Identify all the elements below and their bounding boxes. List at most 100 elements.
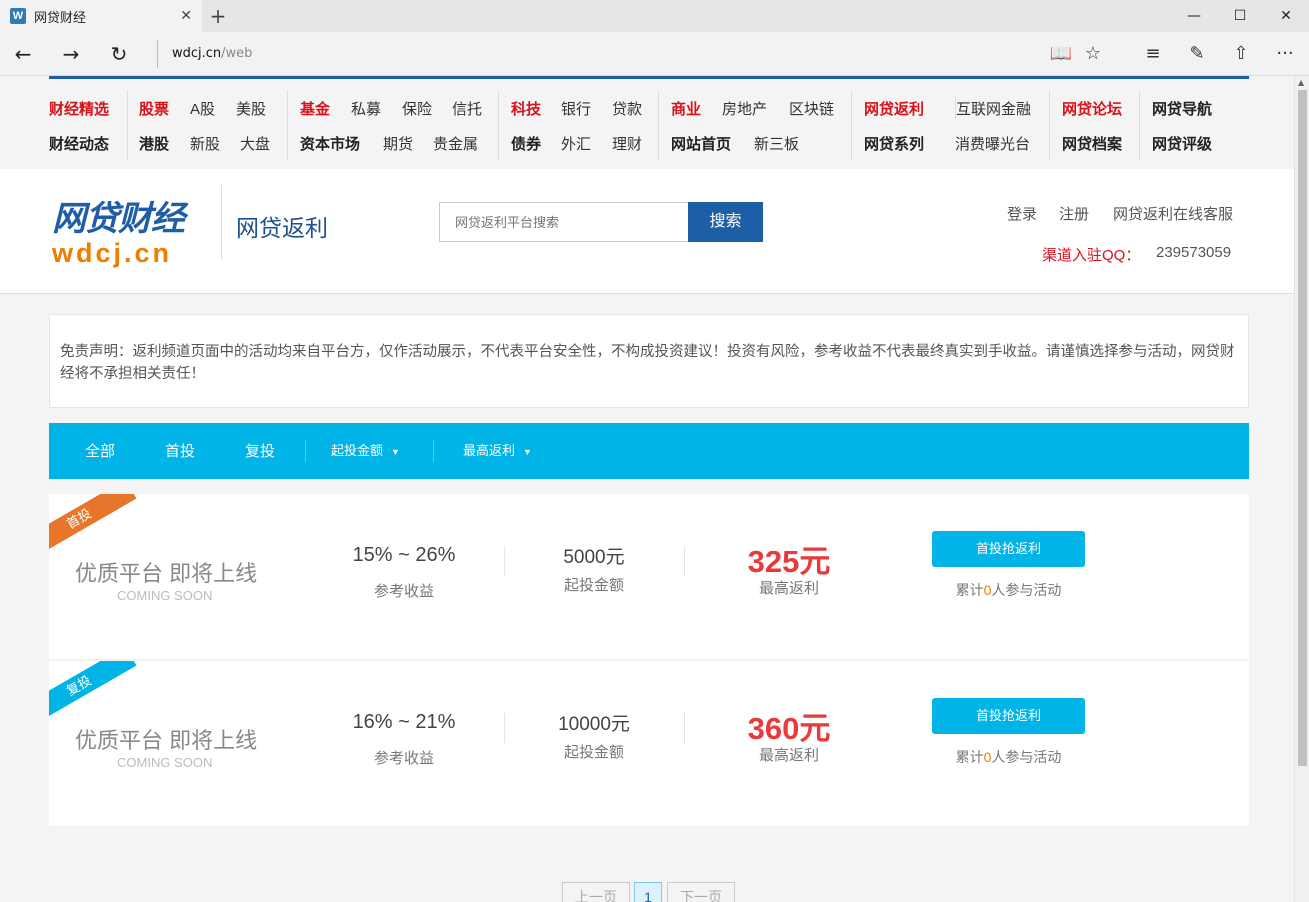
site-logo[interactable]: 网贷财经 wdcj.cn (52, 191, 202, 268)
search-input[interactable] (439, 202, 689, 242)
hub-icon[interactable]: ≡ (1140, 41, 1166, 67)
nav-link[interactable]: 网贷系列 (864, 133, 924, 154)
amount-value: 10000元 (558, 714, 630, 735)
nav-link[interactable]: 贵金属 (433, 133, 478, 154)
filter-repeat-tab[interactable]: 复投 (245, 423, 275, 479)
qq-label: 渠道入驻QQ： (1042, 247, 1141, 264)
favorite-star-icon[interactable]: ☆ (1080, 41, 1106, 67)
site-favicon-icon: W (10, 8, 26, 24)
scroll-up-icon[interactable]: ▲ (1298, 78, 1304, 87)
prev-page-button[interactable]: 上一页 (562, 882, 630, 902)
nav-link[interactable]: 网贷导航 (1152, 98, 1212, 119)
nav-link[interactable]: 房地产 (722, 98, 767, 119)
repeat-invest-ribbon: 复投 (49, 661, 137, 726)
reading-view-icon[interactable]: 📖 (1048, 41, 1074, 67)
tab-close-icon[interactable]: ✕ (180, 8, 192, 24)
nav-link[interactable]: 保险 (402, 98, 432, 119)
nav-link[interactable]: 区块链 (789, 98, 834, 119)
platform-name[interactable]: 优质平台 即将上线 (75, 556, 257, 588)
minimize-icon[interactable]: — (1171, 0, 1217, 32)
chevron-down-icon: ▼ (391, 447, 400, 457)
address-bar: ← → ↻ wdcj.cn/web 📖 ☆ ≡ ✎ ⇧ ··· (0, 32, 1309, 76)
nav-link[interactable]: 股票 (139, 98, 169, 119)
participants-prefix: 累计 (955, 582, 984, 598)
nav-link[interactable]: 资本市场 (300, 133, 360, 154)
filter-first-tab[interactable]: 首投 (165, 423, 195, 479)
nav-link[interactable]: 私募 (351, 98, 381, 119)
nav-link[interactable]: 网站首页 (671, 133, 731, 154)
page-number-current[interactable]: 1 (634, 882, 662, 902)
rebate-label: 最高返利 (758, 580, 819, 597)
participants-text: 累计0人参与活动 (932, 580, 1085, 600)
nav-link[interactable]: 期货 (383, 133, 413, 154)
new-tab-icon[interactable]: + (208, 4, 228, 28)
filter-max-rebate-dropdown[interactable]: 最高返利 ▼ (463, 423, 532, 479)
nav-link[interactable]: 网贷论坛 (1062, 98, 1122, 119)
filter-min-amount-dropdown[interactable]: 起投金额 ▼ (331, 423, 400, 479)
section-title: 网贷返利 (236, 215, 328, 241)
card-divider (684, 546, 685, 576)
url-field[interactable]: wdcj.cn/web (157, 40, 252, 68)
amount-label: 起投金额 (563, 577, 624, 594)
nav-link[interactable]: 网贷返利 (864, 98, 924, 119)
platform-name[interactable]: 优质平台 即将上线 (75, 723, 257, 755)
nav-group-funds: 基金 资本市场 私募 期货 保险 贵金属 信托 (288, 90, 499, 160)
next-page-button[interactable]: 下一页 (667, 882, 735, 902)
forward-icon[interactable]: → (56, 40, 86, 68)
scroll-thumb[interactable] (1298, 90, 1307, 766)
browser-tab[interactable]: W 网贷财经 ✕ (0, 0, 202, 32)
nav-link[interactable]: 美股 (236, 98, 266, 119)
rebate-label: 最高返利 (758, 747, 819, 764)
yield-label: 参考收益 (373, 583, 434, 600)
nav-group-business: 商业 网站首页 房地产 新三板 区块链 (659, 90, 852, 160)
nav-group-finance: 财经精选 财经动态 (49, 90, 128, 160)
grab-rebate-button[interactable]: 首投抢返利 (932, 531, 1085, 567)
rebate-card: 复投 优质平台 即将上线 COMING SOON 16% ~ 21% 参考收益 … (49, 661, 1249, 827)
customer-service-link[interactable]: 网贷返利在线客服 (1113, 203, 1233, 224)
nav-link[interactable]: 新三板 (754, 133, 799, 154)
nav-link[interactable]: 消费曝光台 (955, 133, 1030, 154)
browser-titlebar: W 网贷财经 ✕ + — ☐ ✕ (0, 0, 1309, 32)
amount-label: 起投金额 (563, 744, 624, 761)
nav-link[interactable]: 港股 (139, 133, 169, 154)
filter-all-tab[interactable]: 全部 (85, 423, 115, 479)
rebate-value: 360元 (747, 711, 831, 746)
rebate-card: 首投 优质平台 即将上线 COMING SOON 15% ~ 26% 参考收益 … (49, 494, 1249, 660)
nav-link[interactable]: 大盘 (240, 133, 270, 154)
yield-value: 15% ~ 26% (352, 544, 456, 566)
nav-link[interactable]: 银行 (561, 98, 591, 119)
more-icon[interactable]: ··· (1272, 41, 1298, 67)
amount-value: 5000元 (563, 547, 625, 568)
maximize-icon[interactable]: ☐ (1217, 0, 1263, 32)
nav-link[interactable]: 外汇 (561, 133, 591, 154)
card-divider (684, 713, 685, 743)
nav-link[interactable]: 新股 (190, 133, 220, 154)
nav-group-stocks: 股票 港股 A股 新股 美股 大盘 (128, 90, 288, 160)
nav-link[interactable]: 科技 (511, 98, 541, 119)
disclaimer-notice: 免责声明：返利频道页面中的活动均来自平台方，仅作活动展示，不代表平台安全性，不构… (49, 314, 1249, 408)
back-icon[interactable]: ← (8, 40, 38, 68)
nav-link[interactable]: 财经精选 (49, 98, 109, 119)
nav-link[interactable]: 网贷档案 (1062, 133, 1122, 154)
search-button[interactable]: 搜索 (688, 202, 763, 242)
nav-link[interactable]: 商业 (671, 98, 701, 119)
register-link[interactable]: 注册 (1059, 203, 1089, 224)
window-close-icon[interactable]: ✕ (1263, 0, 1309, 32)
nav-link[interactable]: 理财 (612, 133, 642, 154)
nav-link[interactable]: 财经动态 (49, 133, 109, 154)
logo-divider (221, 185, 222, 259)
nav-link[interactable]: A股 (190, 98, 215, 119)
web-note-icon[interactable]: ✎ (1184, 41, 1210, 67)
login-link[interactable]: 登录 (1007, 203, 1037, 224)
nav-link[interactable]: 网贷评级 (1152, 133, 1212, 154)
grab-rebate-button[interactable]: 首投抢返利 (932, 698, 1085, 734)
nav-link[interactable]: 互联网金融 (955, 98, 1031, 119)
nav-link[interactable]: 贷款 (612, 98, 642, 119)
share-icon[interactable]: ⇧ (1228, 41, 1254, 67)
nav-link[interactable]: 债券 (511, 133, 541, 154)
nav-link[interactable]: 信托 (452, 98, 482, 119)
page-scrollbar[interactable]: ▲ (1294, 76, 1309, 902)
yield-label: 参考收益 (373, 750, 434, 767)
refresh-icon[interactable]: ↻ (104, 40, 134, 68)
nav-link[interactable]: 基金 (300, 98, 330, 119)
